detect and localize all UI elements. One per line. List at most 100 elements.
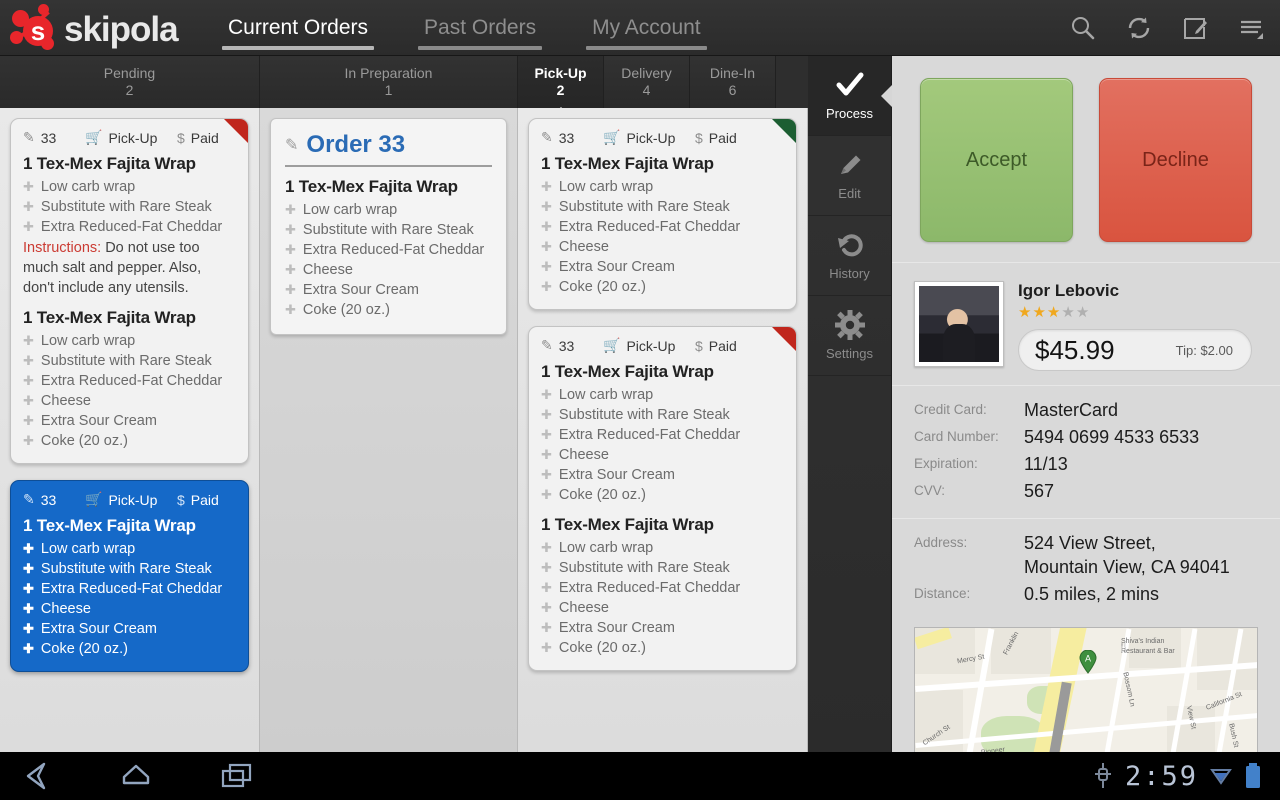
plus-icon: ✚ xyxy=(23,373,34,388)
decline-button[interactable]: Decline xyxy=(1099,78,1252,242)
home-icon[interactable] xyxy=(114,759,158,793)
order-detail-header: ✎ Order 33 xyxy=(285,131,492,167)
map-preview[interactable]: Mercy St Franklin Church St Pioneer Shiv… xyxy=(914,627,1258,752)
order-option: ✚ Extra Reduced-Fat Cheddar xyxy=(541,427,741,443)
top-bar: s skipola Current Orders Past Orders My … xyxy=(0,0,1280,56)
order-tip: Tip: $2.00 xyxy=(1175,342,1233,358)
order-option: ✚ Low carb wrap xyxy=(23,541,136,557)
rail-item-settings-label: Settings xyxy=(826,346,873,361)
rail-active-notch xyxy=(881,84,892,107)
back-icon[interactable] xyxy=(14,759,58,793)
plus-icon: ✚ xyxy=(23,219,34,234)
tab-dine-in-label: Dine-In xyxy=(709,65,756,81)
order-option: ✚ Substitute with Rare Steak xyxy=(285,222,474,238)
plus-icon: ✚ xyxy=(541,279,552,294)
order-option: ✚ Cheese xyxy=(541,447,609,463)
plus-icon: ✚ xyxy=(23,621,34,636)
detail-row: Card Number: 5494 0699 4533 6533 xyxy=(914,425,1252,449)
system-navigation-bar: 2:59 xyxy=(0,752,1280,800)
order-item-title: 1 Tex-Mex Fajita Wrap xyxy=(23,516,196,535)
search-icon[interactable] xyxy=(1068,13,1098,43)
order-type: 🛒 Pick-Up xyxy=(603,337,676,354)
tab-dine-in[interactable]: Dine-In 6 xyxy=(690,56,776,108)
order-card[interactable]: ✎ 33 🛒 Pick-Up $ Paid 1 Tex-Mex Fajita Wrap… xyxy=(528,326,797,671)
order-option: ✚ Substitute with Rare Steak xyxy=(541,199,730,215)
address-line-2: Mountain View, CA 94041 xyxy=(1024,557,1230,577)
brand-logo[interactable]: s skipola xyxy=(8,4,179,52)
order-detail-panel: Accept Decline Igor Lebovic ★★★★★ $45.99… xyxy=(892,56,1280,752)
customer-info: Igor Lebovic ★★★★★ $45.99 Tip: $2.00 xyxy=(1018,281,1252,371)
order-option: ✚ Extra Reduced-Fat Cheddar xyxy=(23,373,223,389)
plus-icon: ✚ xyxy=(23,433,34,448)
cart-icon: 🛒 xyxy=(603,337,621,353)
order-option: ✚ Cheese xyxy=(23,393,91,409)
plus-icon: ✚ xyxy=(541,259,552,274)
cart-icon: 🛒 xyxy=(85,129,103,145)
tab-delivery-count: 4 xyxy=(642,82,651,98)
order-option: ✚ Extra Sour Cream xyxy=(541,467,675,483)
payment-status: $ Paid xyxy=(695,129,737,146)
plus-icon: ✚ xyxy=(541,407,552,422)
rail-item-edit[interactable]: Edit xyxy=(808,136,891,216)
pencil-icon xyxy=(835,150,865,180)
order-option: ✚ Substitute with Rare Steak xyxy=(23,353,212,369)
detail-row: Expiration: 11/13 xyxy=(914,452,1252,476)
cvv-label: CVV: xyxy=(914,483,946,498)
star-filled: ★ xyxy=(1046,304,1062,321)
order-option: ✚ Low carb wrap xyxy=(541,179,654,195)
battery-icon[interactable] xyxy=(1244,763,1266,789)
tab-in-preparation-label: In Preparation xyxy=(344,65,433,81)
tab-current-orders-label: Current Orders xyxy=(228,16,369,39)
system-clock: 2:59 xyxy=(1124,760,1198,792)
accept-button[interactable]: Accept xyxy=(920,78,1073,242)
order-card[interactable]: ✎ 33 🛒 Pick-Up $ Paid 1 Tex-Mex Fajita Wrap… xyxy=(10,118,249,464)
order-card[interactable]: ✎ 33 🛒 Pick-Up $ Paid 1 Tex-Mex Fajita Wrap… xyxy=(528,118,797,310)
distance-label: Distance: xyxy=(914,586,971,601)
order-option: ✚ Coke (20 oz.) xyxy=(541,640,646,656)
usb-icon[interactable] xyxy=(1091,763,1113,789)
order-option: ✚ Extra Reduced-Fat Cheddar xyxy=(541,219,741,235)
address-line-1: 524 View Street, xyxy=(1024,533,1156,553)
order-option: ✚ Extra Sour Cream xyxy=(285,282,419,298)
tab-past-orders-label: Past Orders xyxy=(424,16,537,39)
customer-rating: ★★★★★ xyxy=(1018,303,1252,321)
order-number: ✎ 33 xyxy=(541,337,575,354)
plus-icon: ✚ xyxy=(23,393,34,408)
order-item: 1 Tex-Mex Fajita Wrap ✚ Low carb wrap ✚ Su… xyxy=(285,177,492,320)
tab-pending[interactable]: Pending 2 xyxy=(0,56,260,108)
tab-my-account[interactable]: My Account xyxy=(564,0,729,56)
refresh-icon[interactable] xyxy=(1124,13,1154,43)
order-card-selected[interactable]: ✎ 33 🛒 Pick-Up $ Paid 1 Tex-Mex Fajita Wrap… xyxy=(10,480,249,672)
avatar xyxy=(914,281,1004,367)
order-item: 1 Tex-Mex Fajita Wrap ✚ Low carb wrap ✚ Su… xyxy=(541,515,784,658)
distance-value: 0.5 miles, 2 mins xyxy=(1024,584,1160,604)
order-type: 🛒 Pick-Up xyxy=(603,129,676,146)
compose-icon[interactable] xyxy=(1180,13,1210,43)
expiration-value: 11/13 xyxy=(1024,454,1068,474)
order-item-title: 1 Tex-Mex Fajita Wrap xyxy=(541,515,714,534)
plus-icon: ✚ xyxy=(541,239,552,254)
tab-in-preparation[interactable]: In Preparation 1 xyxy=(260,56,518,108)
tab-past-orders[interactable]: Past Orders xyxy=(396,0,564,56)
tab-current-orders[interactable]: Current Orders xyxy=(200,0,396,56)
order-option: ✚ Extra Reduced-Fat Cheddar xyxy=(23,219,223,235)
tab-delivery[interactable]: Delivery 4 xyxy=(604,56,690,108)
order-option: ✚ Cheese xyxy=(285,262,353,278)
rail-item-process[interactable]: Process xyxy=(808,56,892,136)
order-option: ✚ Substitute with Rare Steak xyxy=(541,407,730,423)
order-card-header: ✎ 33 🛒 Pick-Up $ Paid xyxy=(23,129,236,146)
rail-item-settings[interactable]: Settings xyxy=(808,296,891,376)
order-detail-card[interactable]: ✎ Order 33 1 Tex-Mex Fajita Wrap ✚ Low ca… xyxy=(270,118,507,335)
order-item-title: 1 Tex-Mex Fajita Wrap xyxy=(285,177,458,196)
wifi-icon[interactable] xyxy=(1210,763,1232,789)
plus-icon: ✚ xyxy=(541,487,552,502)
recents-icon[interactable] xyxy=(214,759,258,793)
order-item-title: 1 Tex-Mex Fajita Wrap xyxy=(541,362,714,381)
rail-item-history[interactable]: History xyxy=(808,216,891,296)
payment-status: $ Paid xyxy=(695,337,737,354)
tab-pick-up[interactable]: Pick-Up 2 xyxy=(518,56,604,117)
plus-icon: ✚ xyxy=(23,641,34,656)
menu-icon[interactable] xyxy=(1236,13,1266,43)
tab-my-account-label: My Account xyxy=(592,16,701,39)
top-navigation: Current Orders Past Orders My Account xyxy=(200,0,729,56)
